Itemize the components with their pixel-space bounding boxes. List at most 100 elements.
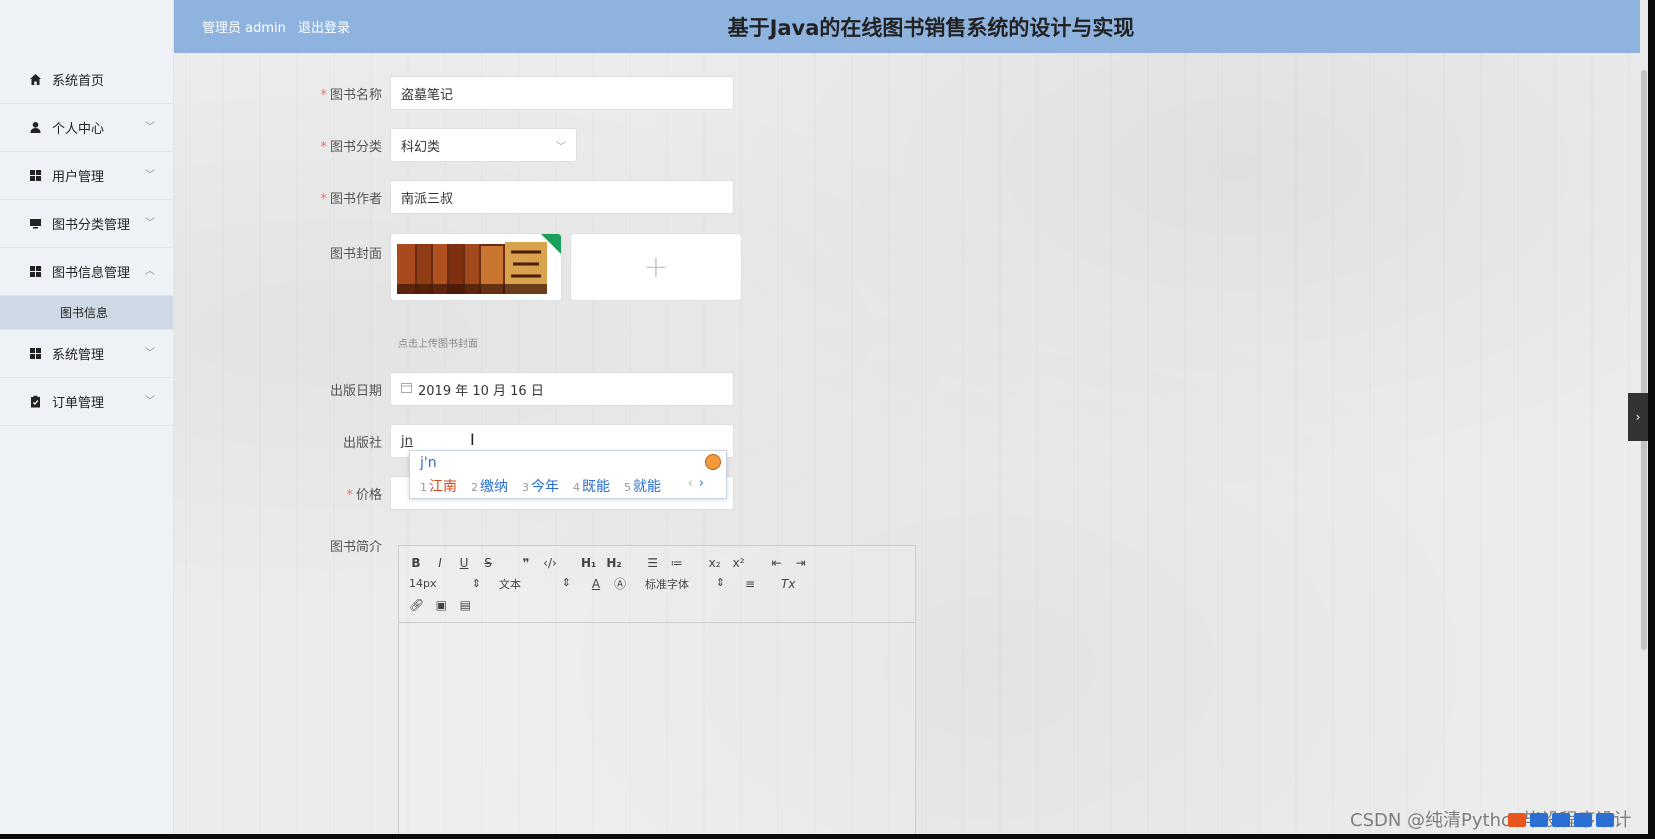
subscript-icon[interactable]: x₂: [708, 556, 722, 570]
video-icon[interactable]: ▤: [458, 598, 472, 612]
blockquote-icon[interactable]: ❞: [519, 556, 533, 570]
tray-icon[interactable]: [1530, 813, 1548, 827]
clear-format-icon[interactable]: Tx: [781, 577, 795, 591]
code-block-icon[interactable]: ‹/›: [543, 556, 557, 570]
user-icon: [28, 121, 42, 135]
link-icon[interactable]: 🔗︎: [409, 598, 424, 612]
ime-candidate-list: 1 江南 2 缴纳 3 今年 4 既能 5 就能: [420, 476, 675, 496]
sidebar-item-label: 图书信息管理: [52, 266, 131, 281]
chevron-left-icon[interactable]: ‹: [688, 476, 693, 491]
sidebar-subitem-book-info[interactable]: 图书信息: [0, 296, 173, 330]
ime-candidate[interactable]: 5 就能: [624, 476, 661, 496]
book-cover-label: 图书封面: [329, 247, 382, 262]
text-cursor-icon: I: [470, 430, 475, 449]
publish-date-label: 出版日期: [329, 383, 382, 399]
chevron-down-icon: ﹀: [145, 348, 155, 359]
ime-pager: ‹ ›: [688, 476, 704, 491]
app-window: 管理员 admin 退出登录 基于Java的在线图书销售系统的设计与实现 系统首…: [0, 0, 1648, 834]
system-tray: [1508, 813, 1614, 827]
sidebar-item-personal-center[interactable]: 个人中心 ﹀: [0, 104, 173, 152]
italic-icon[interactable]: I: [433, 556, 447, 570]
form-row-publish-date: 出版日期 2019 年 10 月 16 日: [300, 372, 734, 406]
sidebar: 系统首页 个人中心 ﹀ 用户管理 ﹀ 图书分类管理 ﹀ 图书信息管理 ︿ 图书信…: [0, 0, 174, 834]
sidebar-item-label: 系统首页: [52, 74, 105, 89]
ime-candidate[interactable]: 1 江南: [420, 476, 457, 496]
sidebar-item-system-management[interactable]: 系统管理 ﹀: [0, 330, 173, 378]
sidebar-item-label: 图书分类管理: [52, 218, 131, 233]
sidebar-item-user-management[interactable]: 用户管理 ﹀: [0, 152, 173, 200]
ime-candidate[interactable]: 4 既能: [573, 476, 610, 496]
outdent-icon[interactable]: ⇤: [770, 556, 784, 570]
home-icon: [28, 73, 42, 87]
selected-category: 科幻类: [401, 139, 441, 155]
ime-candidate[interactable]: 3 今年: [522, 476, 559, 496]
form-row-book-name: * 图书名称 盗墓笔记: [300, 76, 734, 110]
font-family-select[interactable]: 标准字体 ⇕: [645, 576, 725, 592]
sidebar-item-category-management[interactable]: 图书分类管理 ﹀: [0, 200, 173, 248]
font-color-icon[interactable]: A: [589, 577, 603, 591]
grid-icon: [28, 265, 42, 279]
chevron-up-icon: ︿: [145, 266, 155, 277]
publisher-label: 出版社: [342, 435, 382, 451]
clipboard-icon: [28, 395, 42, 409]
sidebar-item-label: 订单管理: [52, 396, 105, 411]
calendar-icon: [401, 382, 412, 397]
image-icon[interactable]: ▣: [434, 598, 448, 612]
ime-emoji-icon[interactable]: [705, 454, 721, 470]
tray-icon[interactable]: [1596, 813, 1614, 827]
book-cover-image: [391, 234, 561, 300]
form-row-book-cover: 图书封面 +: [300, 233, 742, 301]
top-header: 管理员 admin 退出登录 基于Java的在线图书销售系统的设计与实现: [174, 0, 1648, 53]
sidebar-item-label: 个人中心: [52, 122, 105, 137]
grid-icon: [28, 169, 42, 183]
background-color-icon[interactable]: Ⓐ: [613, 575, 627, 592]
grid-icon: [28, 347, 42, 361]
editor-content-area[interactable]: [399, 623, 915, 834]
form-row-intro: 图书简介: [300, 536, 390, 555]
text-type-select[interactable]: 文本 ⇕: [499, 576, 571, 592]
form-row-book-category: * 图书分类 科幻类 ﹀: [300, 128, 577, 162]
align-icon[interactable]: ≡: [743, 577, 757, 591]
rich-text-editor: B I U S ❞ ‹/› H₁ H₂ ☰ ≔ x₂ x² ⇤ ⇥ 14px ⇕…: [398, 545, 916, 834]
heading1-icon[interactable]: H₁: [581, 556, 596, 570]
sidebar-subitem-label: 图书信息: [60, 306, 109, 320]
tray-icon[interactable]: [1552, 813, 1570, 827]
superscript-icon[interactable]: x²: [732, 556, 746, 570]
book-name-input[interactable]: 盗墓笔记: [390, 76, 734, 110]
chevron-down-icon: ﹀: [145, 218, 155, 229]
chevron-right-icon[interactable]: ›: [699, 476, 704, 491]
book-name-label: * 图书名称: [320, 87, 382, 103]
panel-toggle-button[interactable]: ›: [1628, 393, 1648, 441]
underline-icon[interactable]: U: [457, 556, 471, 570]
ime-candidate[interactable]: 2 缴纳: [471, 476, 508, 496]
publish-date-picker[interactable]: 2019 年 10 月 16 日: [390, 372, 734, 406]
intro-label: 图书简介: [329, 540, 382, 555]
publish-date-value: 2019 年 10 月 16 日: [418, 383, 544, 399]
ime-tray-icon[interactable]: [1508, 813, 1526, 827]
indent-icon[interactable]: ⇥: [794, 556, 808, 570]
sidebar-item-home[interactable]: 系统首页: [0, 56, 173, 104]
bullet-list-icon[interactable]: ≔: [670, 556, 684, 570]
ordered-list-icon[interactable]: ☰: [646, 556, 660, 570]
sidebar-item-book-info-management[interactable]: 图书信息管理 ︿: [0, 248, 173, 296]
monitor-icon: [28, 217, 42, 231]
cover-upload-button[interactable]: +: [570, 233, 742, 301]
sidebar-item-order-management[interactable]: 订单管理 ﹀: [0, 378, 173, 426]
scrollbar-thumb[interactable]: [1641, 70, 1647, 650]
font-size-select[interactable]: 14px ⇕: [409, 577, 481, 590]
price-label: * 价格: [346, 487, 382, 503]
page-title: 基于Java的在线图书销售系统的设计与实现: [727, 16, 1135, 40]
strike-icon[interactable]: S: [481, 556, 495, 570]
sidebar-item-label: 用户管理: [52, 170, 105, 185]
tray-icon[interactable]: [1574, 813, 1592, 827]
book-category-label: * 图书分类: [320, 139, 382, 155]
heading2-icon[interactable]: H₂: [606, 556, 621, 570]
ime-candidate-window: j'n 1 江南 2 缴纳 3 今年 4 既能 5 就能 ‹ ›: [409, 450, 727, 499]
ime-pinyin: j'n: [420, 455, 437, 471]
plus-icon: +: [643, 249, 669, 285]
bold-icon[interactable]: B: [409, 556, 423, 570]
cover-thumbnail[interactable]: [390, 233, 562, 301]
book-category-select[interactable]: 科幻类 ﹀: [390, 128, 577, 162]
cover-upload-hint: 点击上传图书封面: [398, 339, 478, 350]
book-author-input[interactable]: 南派三叔: [390, 180, 734, 214]
